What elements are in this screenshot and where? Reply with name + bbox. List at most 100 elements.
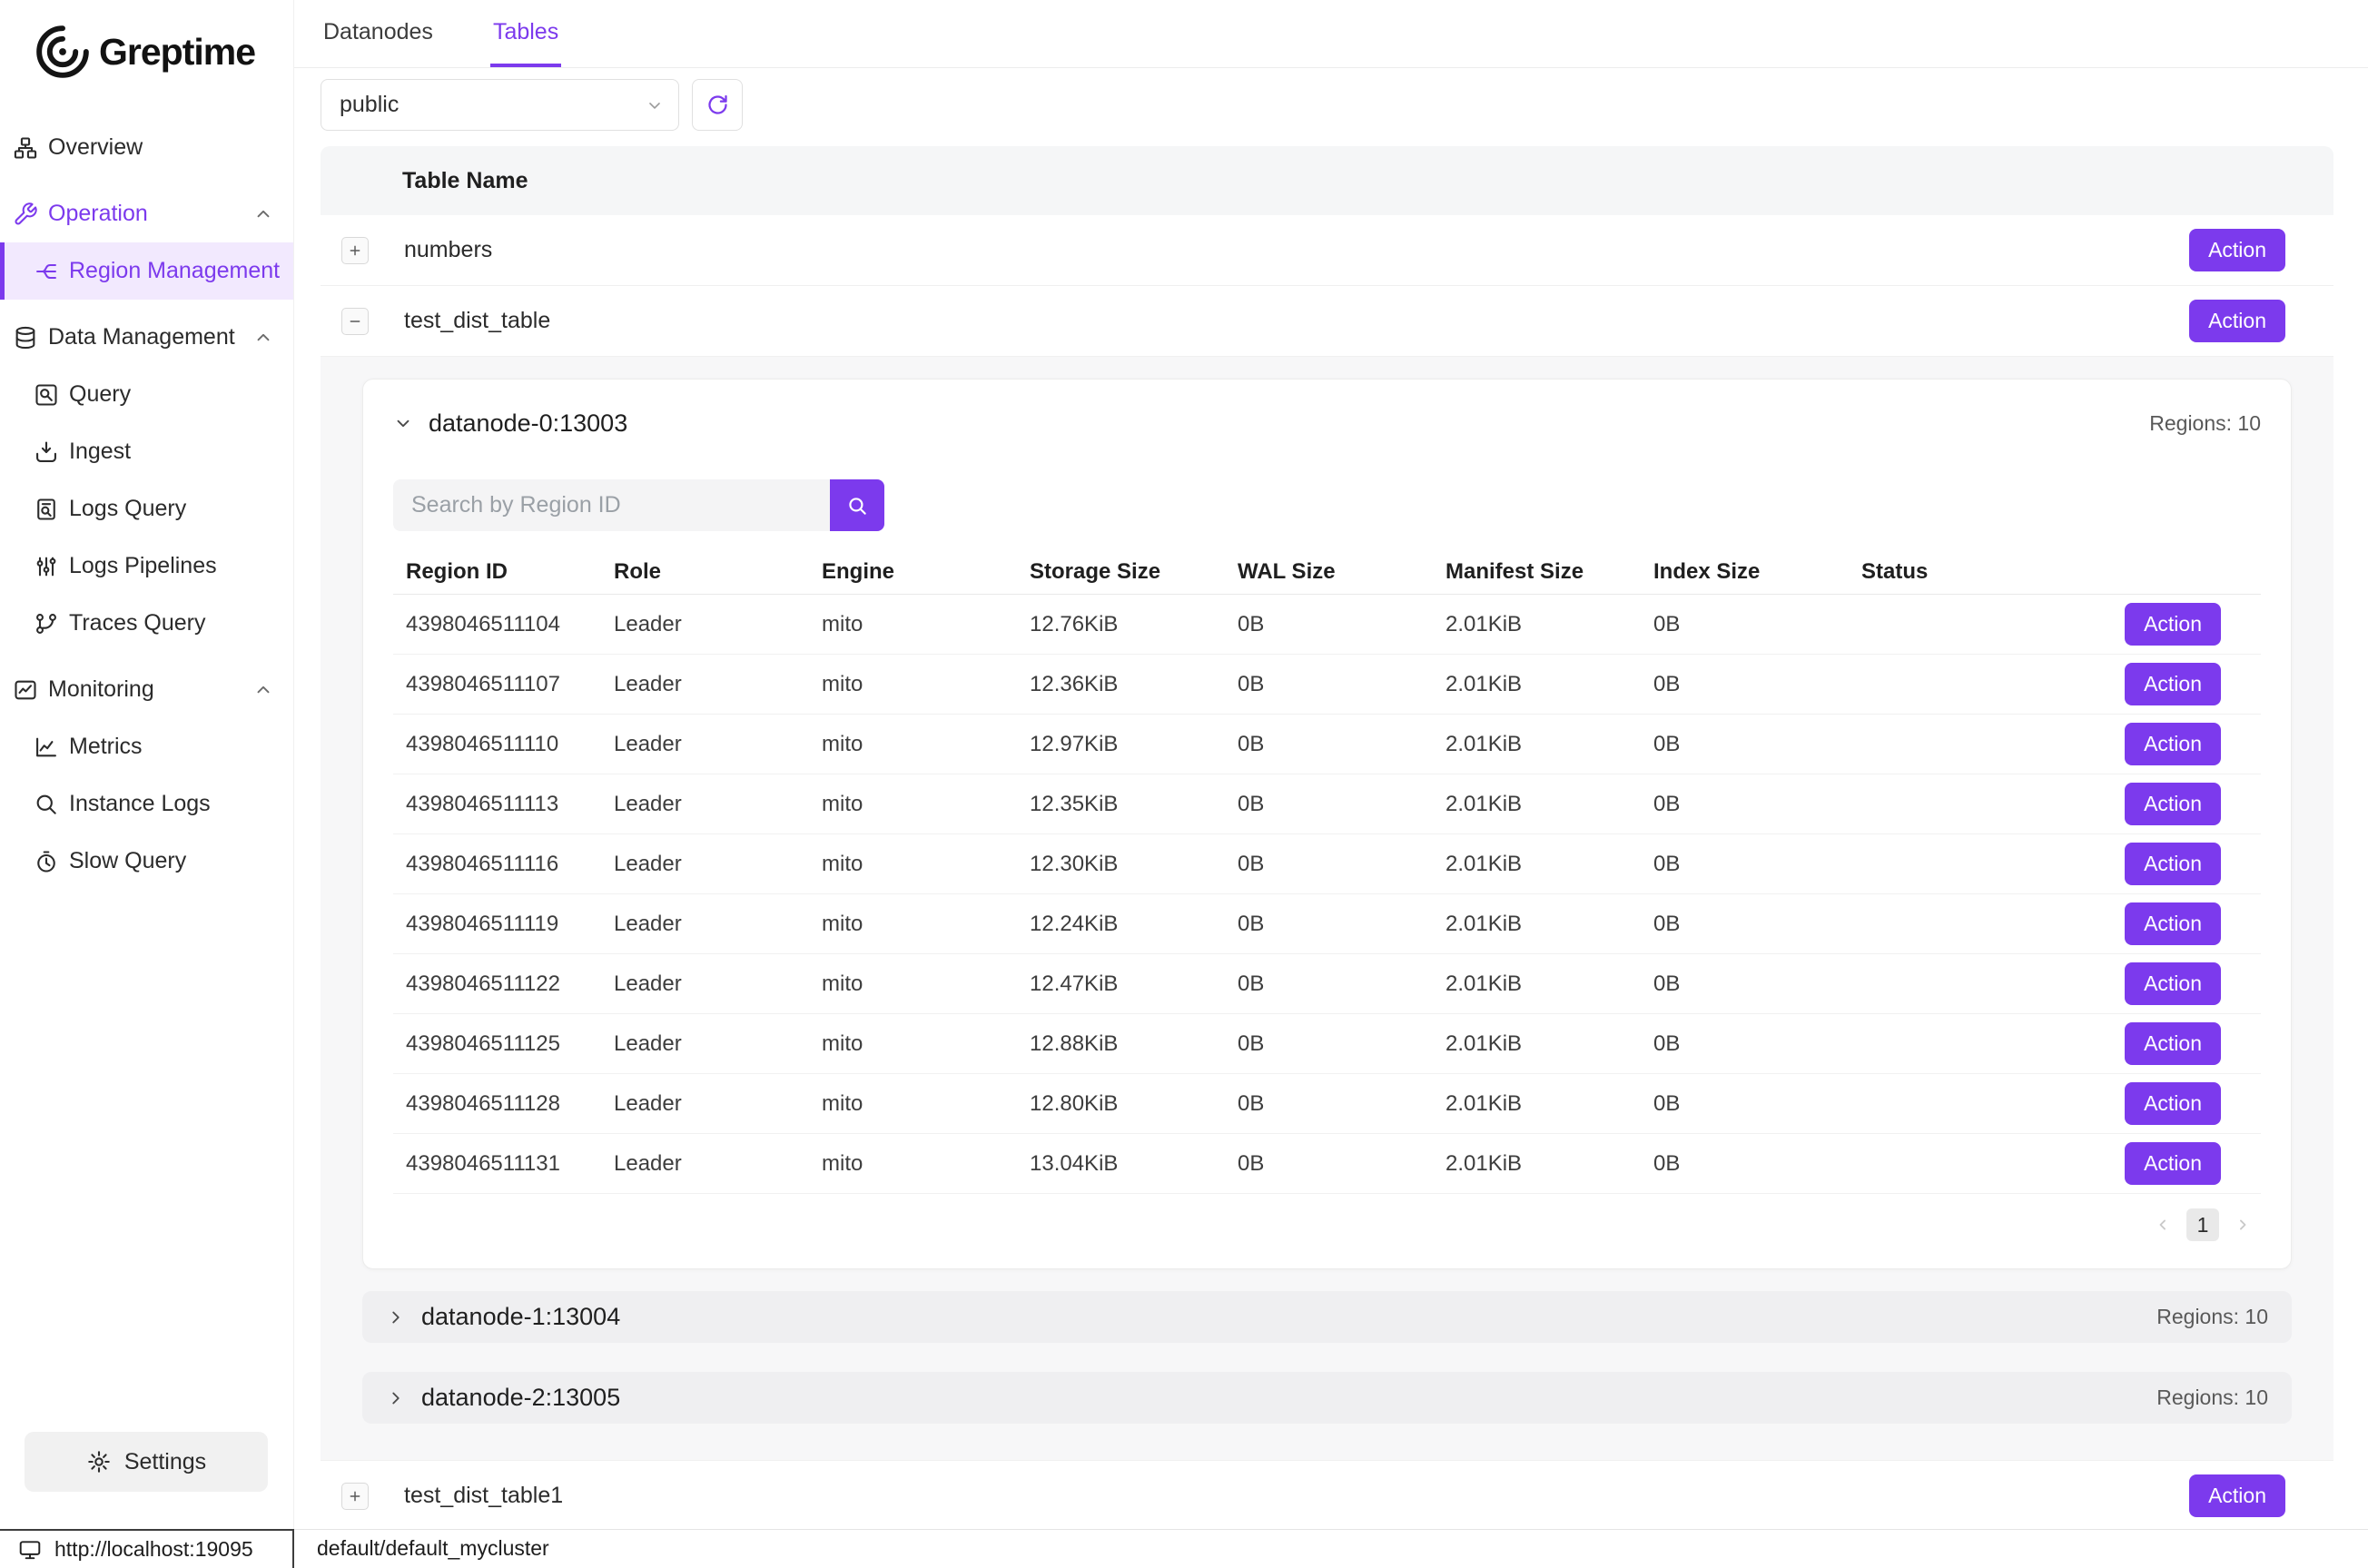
engine-cell: mito [809, 912, 1017, 937]
pagination-prev-icon[interactable] [2154, 1216, 2172, 1234]
stopwatch-icon [34, 849, 59, 874]
chevron-up-icon[interactable] [253, 680, 273, 700]
role-cell: Leader [601, 971, 809, 997]
greptime-logo-icon [35, 24, 91, 80]
chevron-up-icon[interactable] [253, 328, 273, 348]
sidebar-item-label: Traces Query [69, 610, 206, 636]
region-action-button[interactable]: Action [2125, 603, 2221, 646]
settings-button[interactable]: Settings [25, 1432, 268, 1492]
sidebar-item-traces-query[interactable]: Traces Query [0, 595, 293, 652]
sidebar: Greptime Overview Operation [0, 0, 294, 1529]
chevron-up-icon[interactable] [253, 204, 273, 224]
host-url: http://localhost:19095 [54, 1537, 253, 1562]
sidebar-item-metrics[interactable]: Metrics [0, 718, 293, 775]
pagination-page-1[interactable]: 1 [2186, 1208, 2219, 1241]
region-search-input[interactable] [393, 479, 830, 531]
host-selector[interactable]: http://localhost:19095 [0, 1529, 294, 1568]
logo[interactable]: Greptime [0, 0, 293, 87]
sidebar-item-monitoring[interactable]: Monitoring [0, 661, 293, 718]
storage-size-cell: 12.80KiB [1017, 1091, 1225, 1117]
tables-page: public Table Name nu [294, 68, 2368, 1529]
collapse-minus-button[interactable] [341, 308, 369, 335]
expand-plus-button[interactable] [341, 237, 369, 264]
storage-size-cell: 12.88KiB [1017, 1031, 1225, 1057]
metrics-trend-icon [34, 735, 59, 760]
tab-tables[interactable]: Tables [490, 0, 561, 67]
sidebar-item-operation[interactable]: Operation [0, 185, 293, 242]
datanode-0-collapse-header[interactable]: datanode-0:13003 Regions: 10 [393, 398, 2261, 449]
region-id-cell: 4398046511110 [393, 732, 601, 757]
sidebar-item-query[interactable]: Query [0, 366, 293, 423]
region-row: 4398046511128 Leader mito 12.80KiB 0B 2.… [393, 1074, 2261, 1134]
role-cell: Leader [601, 792, 809, 817]
storage-size-cell: 13.04KiB [1017, 1151, 1225, 1177]
table-row-test-dist-table1: test_dist_table1 Action [321, 1461, 2333, 1529]
regions-count: Regions: 10 [2156, 1386, 2268, 1410]
col-role: Role [601, 559, 809, 585]
tab-datanodes[interactable]: Datanodes [321, 0, 436, 67]
overview-icon [13, 135, 38, 161]
search-button[interactable] [830, 479, 884, 531]
region-action-button[interactable]: Action [2125, 663, 2221, 705]
engine-cell: mito [809, 971, 1017, 997]
schema-select[interactable]: public [321, 79, 679, 131]
caret-down-icon [393, 413, 413, 433]
region-action-button[interactable]: Action [2125, 1142, 2221, 1185]
main-content: Datanodes Tables public Table Name [294, 0, 2368, 1529]
col-engine: Engine [809, 559, 1017, 585]
sidebar-item-ingest[interactable]: Ingest [0, 423, 293, 480]
region-action-button[interactable]: Action [2125, 962, 2221, 1005]
col-wal-size: WAL Size [1225, 559, 1433, 585]
datanode-1-collapse-header[interactable]: datanode-1:13004 Regions: 10 [362, 1291, 2292, 1343]
schema-select-value: public [340, 92, 399, 118]
table-action-button[interactable]: Action [2189, 300, 2285, 342]
table-row-numbers: numbers Action [321, 215, 2333, 286]
sidebar-item-overview[interactable]: Overview [0, 119, 293, 176]
table-action-button[interactable]: Action [2189, 229, 2285, 271]
search-icon [845, 494, 869, 518]
region-action-button[interactable]: Action [2125, 843, 2221, 885]
sidebar-item-data-management[interactable]: Data Management [0, 309, 293, 366]
caret-right-icon [386, 1307, 406, 1327]
region-action-button[interactable]: Action [2125, 1022, 2221, 1065]
region-id-cell: 4398046511116 [393, 852, 601, 877]
traces-branch-icon [34, 611, 59, 636]
sidebar-item-label: Overview [48, 134, 143, 161]
engine-cell: mito [809, 672, 1017, 697]
sidebar-item-logs-query[interactable]: Logs Query [0, 480, 293, 537]
storage-size-cell: 12.97KiB [1017, 732, 1225, 757]
region-action-button[interactable]: Action [2125, 783, 2221, 825]
status-bar: http://localhost:19095 default/default_m… [0, 1529, 2368, 1567]
region-action-button[interactable]: Action [2125, 723, 2221, 765]
region-action-button[interactable]: Action [2125, 902, 2221, 945]
table-action-button[interactable]: Action [2189, 1474, 2285, 1517]
refresh-button[interactable] [692, 79, 743, 131]
regions-count: Regions: 10 [2149, 411, 2261, 436]
expand-plus-button[interactable] [341, 1483, 369, 1510]
role-cell: Leader [601, 912, 809, 937]
sidebar-item-logs-pipelines[interactable]: Logs Pipelines [0, 537, 293, 595]
manifest-size-cell: 2.01KiB [1433, 912, 1641, 937]
chevron-down-icon [646, 96, 664, 114]
sidebar-item-slow-query[interactable]: Slow Query [0, 833, 293, 890]
wal-size-cell: 0B [1225, 1091, 1433, 1117]
ingest-icon [34, 439, 59, 465]
sidebar-item-label: Data Management [48, 324, 235, 350]
region-rows: 4398046511104 Leader mito 12.76KiB 0B 2.… [393, 595, 2261, 1194]
pipelines-icon [34, 554, 59, 579]
database-icon [13, 325, 38, 350]
sidebar-item-instance-logs[interactable]: Instance Logs [0, 775, 293, 833]
region-row: 4398046511119 Leader mito 12.24KiB 0B 2.… [393, 894, 2261, 954]
index-size-cell: 0B [1641, 792, 1849, 817]
pagination-next-icon[interactable] [2234, 1216, 2252, 1234]
refresh-icon [705, 93, 730, 117]
index-size-cell: 0B [1641, 1151, 1849, 1177]
datanode-2-collapse-header[interactable]: datanode-2:13005 Regions: 10 [362, 1372, 2292, 1424]
col-table-name: Table Name [402, 168, 528, 194]
region-action-button[interactable]: Action [2125, 1082, 2221, 1125]
sidebar-item-label: Monitoring [48, 676, 154, 703]
manifest-size-cell: 2.01KiB [1433, 1091, 1641, 1117]
region-row: 4398046511125 Leader mito 12.88KiB 0B 2.… [393, 1014, 2261, 1074]
col-region-id: Region ID [393, 559, 601, 585]
sidebar-item-region-management[interactable]: Region Management [0, 242, 293, 300]
